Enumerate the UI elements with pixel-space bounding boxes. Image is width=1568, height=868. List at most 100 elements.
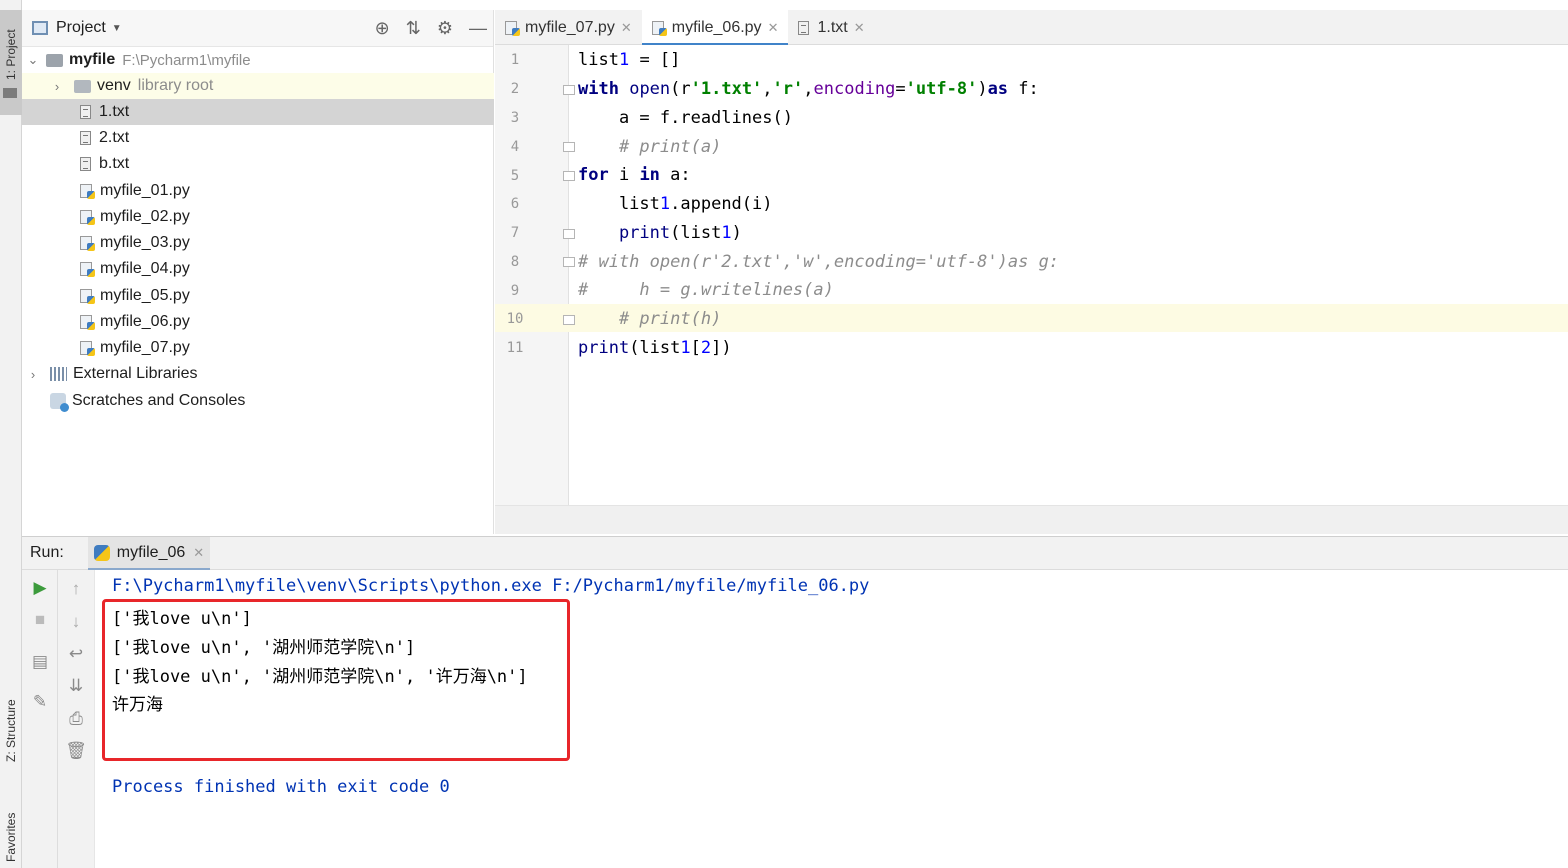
code-line-6: list1.append(i): [578, 194, 773, 214]
tree-root-myfile[interactable]: ⌄ myfile F:\Pycharm1\myfile: [22, 47, 494, 73]
arrow-up-icon[interactable]: ↑: [58, 579, 94, 599]
venv-name: venv: [97, 77, 131, 94]
file-name: myfile_05.py: [100, 287, 190, 304]
fold-marker[interactable]: [563, 85, 575, 95]
python-file-icon: [80, 341, 95, 356]
file-name: myfile_06.py: [100, 313, 190, 330]
folder-icon: [74, 79, 91, 93]
red-annotation-box: [102, 599, 570, 761]
file-name: myfile_02.py: [100, 208, 190, 225]
collapse-all-icon[interactable]: ⇅: [406, 18, 421, 39]
close-icon[interactable]: ✕: [193, 545, 204, 561]
tree-file-myfile-03[interactable]: myfile_03.py: [22, 230, 494, 256]
file-name: myfile_07.py: [100, 339, 190, 356]
arrow-down-icon[interactable]: ↓: [58, 612, 94, 632]
hide-icon[interactable]: —: [469, 18, 487, 39]
python-file-icon: [80, 184, 95, 199]
tree-file-myfile-05[interactable]: myfile_05.py: [22, 283, 494, 309]
editor-tab-myfile-07[interactable]: myfile_07.py ✕: [495, 10, 642, 45]
tree-file-2-txt[interactable]: 2.txt: [22, 125, 494, 151]
fold-marker[interactable]: [563, 229, 575, 239]
structure-tool-tab-label: Z: Structure: [4, 699, 18, 762]
line-number: 6: [510, 196, 520, 212]
editor-tab-myfile-06[interactable]: myfile_06.py ✕: [641, 10, 789, 46]
close-icon[interactable]: ✕: [621, 20, 632, 36]
python-icon: [93, 545, 110, 561]
folder-icon: [46, 53, 63, 67]
code-line-9: # h = g.writelines(a): [578, 280, 834, 300]
line-number: 8: [510, 254, 520, 270]
editor-tab-1-txt[interactable]: 1.txt ✕: [788, 10, 874, 45]
scratches-label: Scratches and Consoles: [72, 392, 246, 409]
scroll-to-end-icon[interactable]: ⇊: [58, 676, 94, 696]
file-name: 1.txt: [99, 103, 130, 120]
project-tool-tab[interactable]: 1: Project: [0, 10, 22, 115]
line-number: 1: [510, 52, 520, 68]
tree-item-venv[interactable]: › venv library root: [22, 73, 494, 99]
left-tool-strip: 1: Project Z: Structure Favorites: [0, 0, 22, 868]
code-editor[interactable]: 1 2 3 4 5 6 7 8 9 10 11 list1 = [] with …: [495, 45, 1568, 505]
favorites-tool-tab-label: Favorites: [4, 812, 18, 862]
file-name: 2.txt: [99, 129, 130, 146]
python-file-icon: [80, 210, 95, 225]
project-view-selector[interactable]: Project: [56, 19, 106, 37]
chevron-right-icon[interactable]: ›: [50, 79, 64, 94]
project-view-icon: [32, 21, 48, 35]
tree-file-myfile-02[interactable]: myfile_02.py: [22, 204, 494, 230]
file-name: myfile_03.py: [100, 234, 190, 251]
close-icon[interactable]: ✕: [854, 20, 865, 36]
run-toolbar-secondary: ↑ ↓ ↩ ⇊ ⎙ 🗑: [58, 570, 95, 868]
pin-icon[interactable]: ✎: [22, 692, 58, 712]
text-file-icon: [80, 157, 91, 171]
locate-icon[interactable]: ⊕: [375, 18, 390, 39]
project-panel: Project ▼ ⊕ ⇅ ⚙ — ⌄ myfile F:\Pycharm1\m…: [22, 10, 494, 534]
code-line-11: print(list1[2]): [578, 338, 732, 358]
file-name: b.txt: [99, 155, 130, 172]
external-libraries-label: External Libraries: [73, 365, 198, 382]
file-name: myfile_01.py: [100, 182, 190, 199]
line-number: 9: [510, 283, 520, 299]
close-icon[interactable]: ✕: [768, 20, 779, 36]
run-tab-myfile-06[interactable]: myfile_06 ✕: [87, 536, 211, 571]
code-line-2: with open(r'1.txt','r',encoding='utf-8')…: [578, 79, 1039, 99]
chevron-down-icon[interactable]: ⌄: [26, 52, 40, 68]
stop-icon[interactable]: ■: [22, 610, 58, 630]
python-file-icon: [80, 262, 95, 277]
editor-tab-label: myfile_06.py: [671, 18, 762, 36]
fold-marker[interactable]: [563, 315, 575, 325]
tree-external-libraries[interactable]: › External Libraries: [22, 361, 494, 387]
fold-marker[interactable]: [563, 142, 575, 152]
python-file-icon: [651, 20, 667, 36]
tree-scratches[interactable]: Scratches and Consoles: [22, 388, 494, 414]
code-line-4: # print(a): [618, 137, 722, 157]
gear-icon[interactable]: ⚙: [437, 18, 453, 39]
tree-file-myfile-04[interactable]: myfile_04.py: [22, 256, 494, 282]
tree-file-1-txt[interactable]: 1.txt: [22, 99, 494, 125]
code-line-7: print(list1): [618, 223, 742, 243]
chevron-down-icon[interactable]: ▼: [112, 23, 122, 34]
line-number: 2: [510, 81, 520, 97]
rerun-icon[interactable]: ▶: [22, 578, 58, 598]
fold-marker[interactable]: [563, 257, 575, 267]
code-line-5: for i in a:: [578, 165, 691, 185]
layout-icon[interactable]: ▤: [22, 652, 58, 672]
print-icon[interactable]: ⎙: [58, 709, 94, 729]
chevron-right-icon[interactable]: ›: [26, 367, 40, 382]
libraries-icon: [50, 367, 67, 381]
structure-tool-tab[interactable]: Z: Structure: [0, 680, 22, 780]
scratches-icon: [50, 393, 69, 412]
tree-file-myfile-07[interactable]: myfile_07.py: [22, 335, 494, 361]
run-toolbar-primary: ▶ ■ ▤ ✎: [22, 570, 58, 868]
code-line-8: # with open(r'2.txt','w',encoding='utf-8…: [578, 252, 1060, 272]
fold-marker[interactable]: [563, 171, 575, 181]
soft-wrap-icon[interactable]: ↩: [58, 644, 94, 664]
tree-file-b-txt[interactable]: b.txt: [22, 151, 494, 177]
favorites-tool-tab[interactable]: Favorites: [0, 800, 22, 868]
tree-file-myfile-06[interactable]: myfile_06.py: [22, 309, 494, 335]
editor-bottom-area: [495, 505, 1568, 534]
tree-file-myfile-01[interactable]: myfile_01.py: [22, 178, 494, 204]
run-panel-header: Run: myfile_06 ✕: [22, 536, 1568, 571]
trash-icon[interactable]: 🗑: [58, 741, 94, 761]
python-file-icon: [80, 289, 95, 304]
console-exit-message: Process finished with exit code 0: [112, 777, 450, 797]
